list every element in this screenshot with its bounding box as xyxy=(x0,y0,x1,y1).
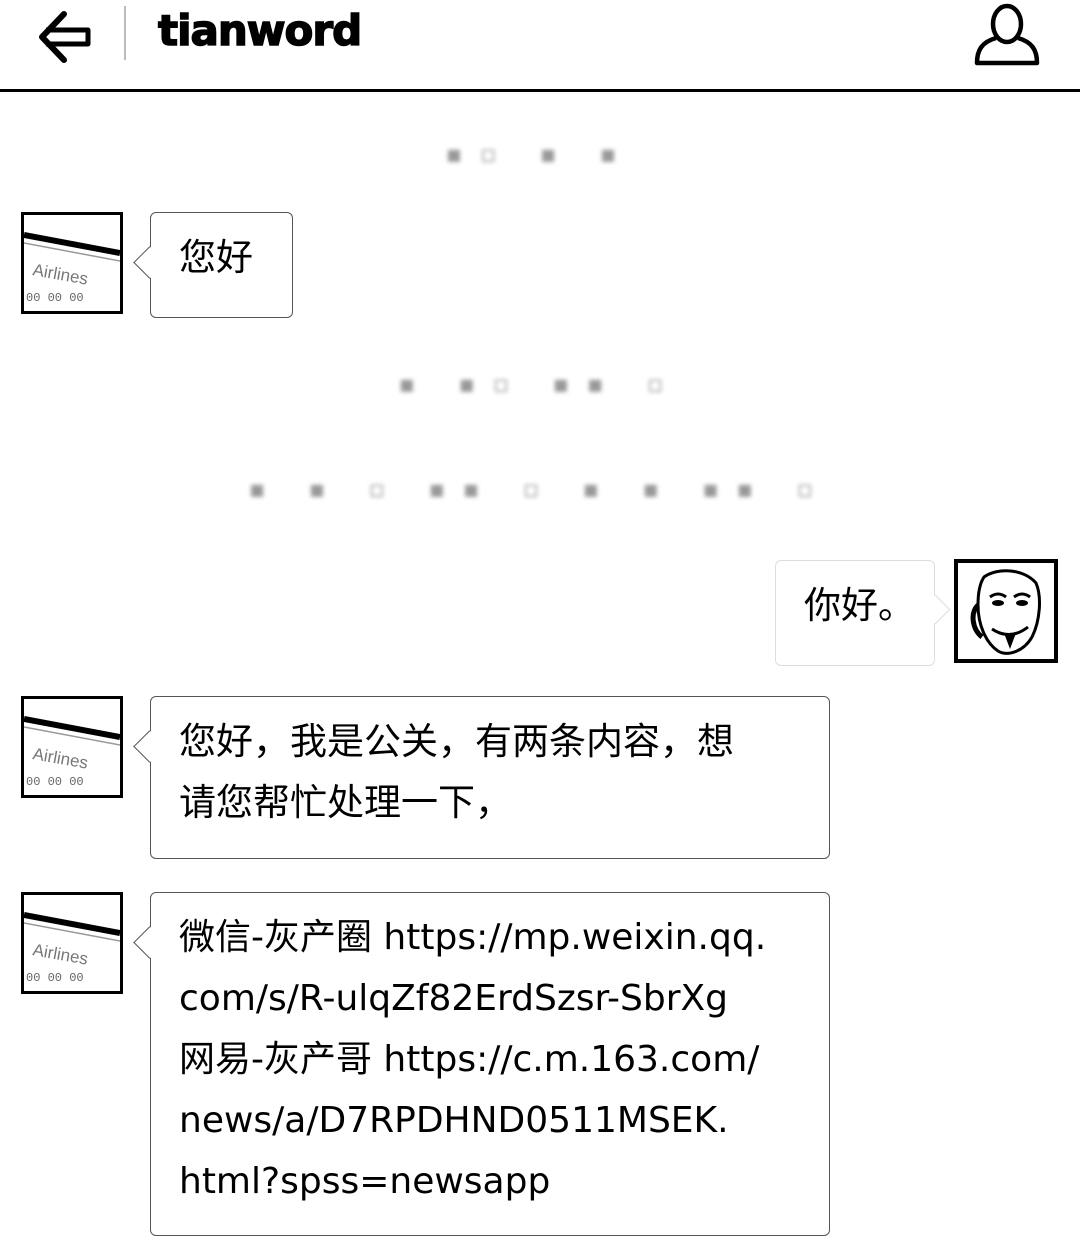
avatar[interactable]: Airlines 00 00 00 xyxy=(21,696,123,798)
header-divider xyxy=(124,6,126,60)
svg-text:00 00 00: 00 00 00 xyxy=(26,291,84,305)
message-link-line[interactable]: com/s/R-ulqZf82ErdSzsr-SbrXg xyxy=(179,968,801,1029)
mask-avatar-icon xyxy=(970,569,1041,655)
back-arrow-icon xyxy=(39,11,91,63)
message-text-line: 网易-灰产哥 https://c.m.163.com/ xyxy=(179,1039,760,1080)
message-bubble[interactable]: 微信-灰产圈 https://mp.weixin.qq. com/s/R-ulq… xyxy=(150,892,830,1236)
blurred-notice: ▪ ▪▫ ▪▪ ▫ xyxy=(398,370,682,398)
my-avatar[interactable] xyxy=(954,559,1058,663)
chat-title: tianword xyxy=(157,5,363,56)
blurred-notice: ▪ ▪ ▫ ▪▪ ▫ ▪ ▪ ▪▪ ▫ xyxy=(249,475,831,503)
airlines-avatar-icon: Airlines 00 00 00 xyxy=(24,232,120,305)
svg-text:Airlines: Airlines xyxy=(31,260,89,288)
message-bubble[interactable]: 你好。 xyxy=(775,560,935,666)
message-text-line: 微信-灰产圈 https://mp.weixin.qq. xyxy=(179,917,767,958)
avatar[interactable]: Airlines 00 00 00 xyxy=(21,212,123,314)
svg-text:00 00 00: 00 00 00 xyxy=(26,971,84,985)
contact-info-button[interactable] xyxy=(972,2,1042,68)
message-bubble[interactable]: 您好，我是公关，有两条内容，想 请您帮忙处理一下， xyxy=(150,696,830,859)
svg-text:Airlines: Airlines xyxy=(31,940,89,968)
airlines-avatar-icon: Airlines 00 00 00 xyxy=(24,912,120,985)
message-text-line: 您好，我是公关，有两条内容，想 xyxy=(179,720,734,763)
message-bubble[interactable]: 您好 xyxy=(150,212,293,318)
message-link-line[interactable]: news/a/D7RPDHND0511MSEK. xyxy=(179,1090,801,1151)
message-text-line: 请您帮忙处理一下， xyxy=(179,781,512,824)
airlines-avatar-icon: Airlines 00 00 00 xyxy=(24,716,120,789)
svg-text:00 00 00: 00 00 00 xyxy=(26,775,84,789)
message-text: 你好。 xyxy=(804,584,915,627)
message-link-line[interactable]: html?spss=newsapp xyxy=(179,1151,801,1212)
chat-header: tianword xyxy=(0,0,1080,92)
blurred-timestamp: ▪▫ ▪ ▪ xyxy=(445,140,635,168)
message-text: 您好 xyxy=(179,236,253,279)
avatar[interactable]: Airlines 00 00 00 xyxy=(21,892,123,994)
svg-text:Airlines: Airlines xyxy=(31,744,89,772)
back-button[interactable] xyxy=(34,8,96,66)
person-icon xyxy=(974,3,1040,66)
